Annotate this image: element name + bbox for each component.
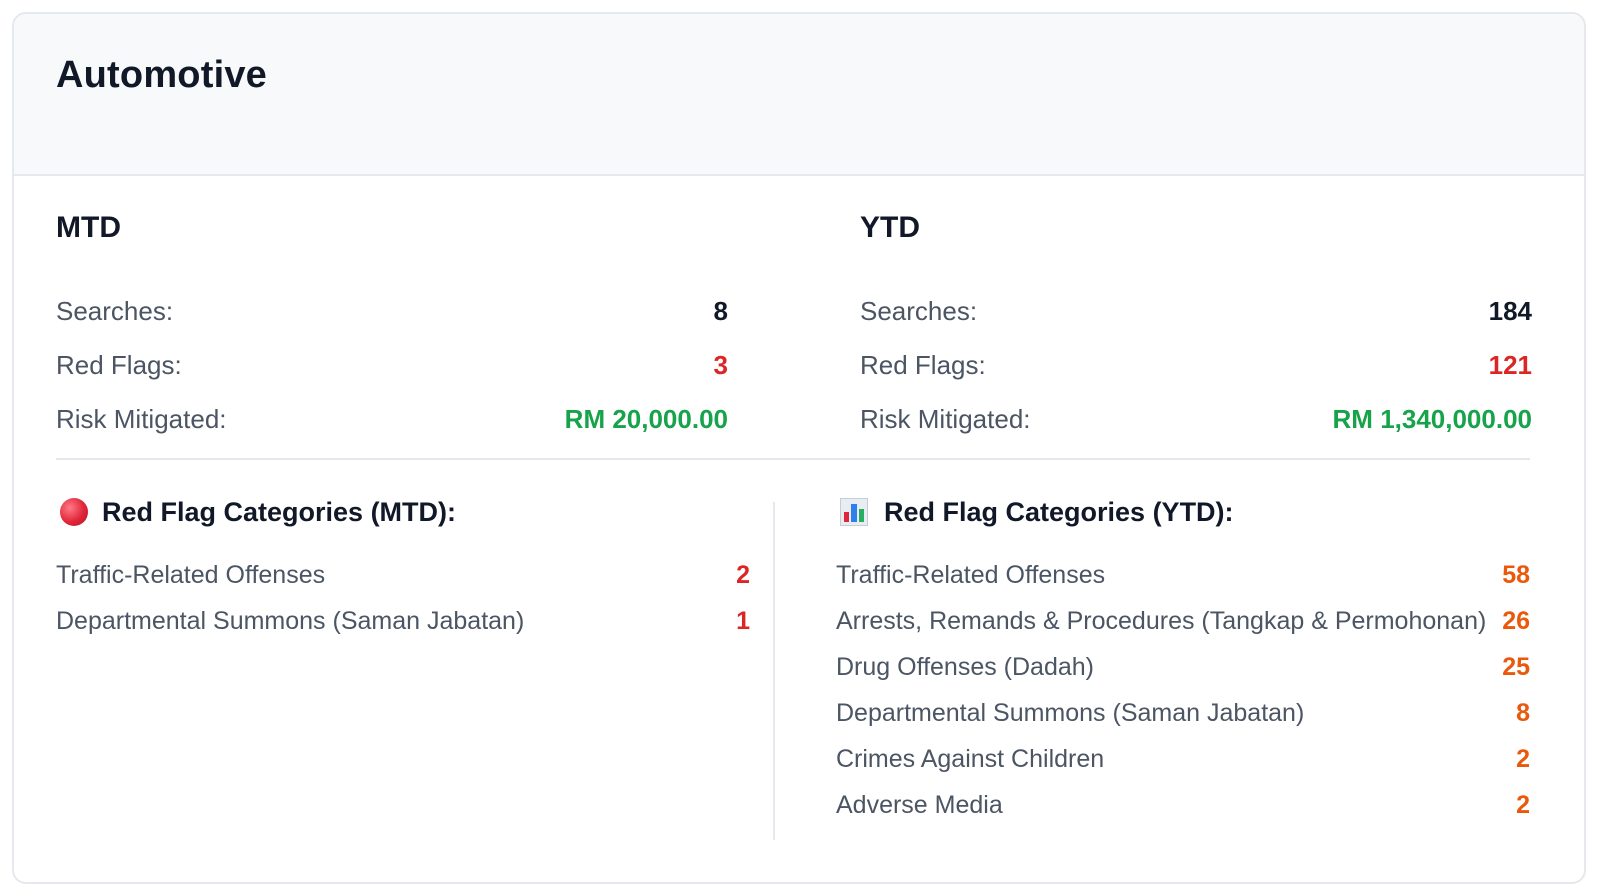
stat-label: Red Flags: <box>56 349 182 380</box>
category-count: 2 <box>1516 744 1530 773</box>
category-label: Adverse Media <box>836 790 1003 819</box>
ytd-searches-value: 184 <box>1488 295 1532 326</box>
mtd-risk-mitigated-row: Risk Mitigated: RM 20,000.00 <box>56 392 728 446</box>
category-row: Departmental Summons (Saman Jabatan) 1 <box>56 598 750 644</box>
mtd-red-flags-value: 3 <box>713 349 728 380</box>
categories-ytd-heading: Red Flag Categories (YTD): <box>836 492 1530 532</box>
categories-ytd-heading-text: Red Flag Categories (YTD): <box>884 496 1234 527</box>
category-row: Adverse Media 2 <box>836 782 1530 828</box>
stat-label: Risk Mitigated: <box>860 403 1031 434</box>
red-flag-categories-mtd: Red Flag Categories (MTD): Traffic-Relat… <box>56 492 750 644</box>
category-row: Traffic-Related Offenses 58 <box>836 552 1530 598</box>
mtd-searches-value: 8 <box>713 295 728 326</box>
category-count: 2 <box>736 560 750 589</box>
mtd-red-flags-row: Red Flags: 3 <box>56 338 728 392</box>
category-count: 26 <box>1502 606 1530 635</box>
stat-label: Searches: <box>56 295 174 326</box>
category-count: 8 <box>1516 698 1530 727</box>
categories-mtd-heading-text: Red Flag Categories (MTD): <box>102 496 457 527</box>
stat-label: Red Flags: <box>860 349 986 380</box>
category-label: Traffic-Related Offenses <box>836 560 1106 589</box>
category-label: Departmental Summons (Saman Jabatan) <box>836 698 1305 727</box>
automotive-card: Automotive MTD Searches: 8 Red Flags: 3 … <box>12 12 1586 884</box>
categories-mtd-heading: Red Flag Categories (MTD): <box>56 492 750 532</box>
mtd-searches-row: Searches: 8 <box>56 284 728 338</box>
mtd-risk-mitigated-value: RM 20,000.00 <box>564 403 728 434</box>
category-row: Traffic-Related Offenses 2 <box>56 552 750 598</box>
category-row: Departmental Summons (Saman Jabatan) 8 <box>836 690 1530 736</box>
mtd-title: MTD <box>56 211 121 244</box>
bar-chart-icon <box>840 498 868 526</box>
red-circle-icon <box>60 498 88 526</box>
stat-label: Risk Mitigated: <box>56 403 227 434</box>
section-divider <box>56 458 1530 460</box>
category-label: Crimes Against Children <box>836 744 1105 773</box>
column-divider <box>773 502 775 840</box>
category-count: 25 <box>1502 652 1530 681</box>
category-label: Arrests, Remands & Procedures (Tangkap &… <box>836 606 1487 635</box>
category-label: Drug Offenses (Dadah) <box>836 652 1094 681</box>
ytd-summary: YTD Searches: 184 Red Flags: 121 Risk Mi… <box>860 210 1532 446</box>
ytd-risk-mitigated-row: Risk Mitigated: RM 1,340,000.00 <box>860 392 1532 446</box>
ytd-red-flags-row: Red Flags: 121 <box>860 338 1532 392</box>
card-title: Automotive <box>56 54 267 96</box>
category-row: Drug Offenses (Dadah) 25 <box>836 644 1530 690</box>
category-count: 58 <box>1502 560 1530 589</box>
category-row: Crimes Against Children 2 <box>836 736 1530 782</box>
category-label: Departmental Summons (Saman Jabatan) <box>56 606 525 635</box>
category-count: 1 <box>736 606 750 635</box>
ytd-title: YTD <box>860 211 920 244</box>
category-count: 2 <box>1516 790 1530 819</box>
ytd-risk-mitigated-value: RM 1,340,000.00 <box>1332 403 1532 434</box>
red-flag-categories-ytd: Red Flag Categories (YTD): Traffic-Relat… <box>836 492 1530 828</box>
ytd-red-flags-value: 121 <box>1488 349 1532 380</box>
mtd-summary: MTD Searches: 8 Red Flags: 3 Risk Mitiga… <box>56 210 728 446</box>
category-label: Traffic-Related Offenses <box>56 560 326 589</box>
stat-label: Searches: <box>860 295 978 326</box>
card-header: Automotive <box>14 14 1584 176</box>
category-row: Arrests, Remands & Procedures (Tangkap &… <box>836 598 1530 644</box>
ytd-searches-row: Searches: 184 <box>860 284 1532 338</box>
